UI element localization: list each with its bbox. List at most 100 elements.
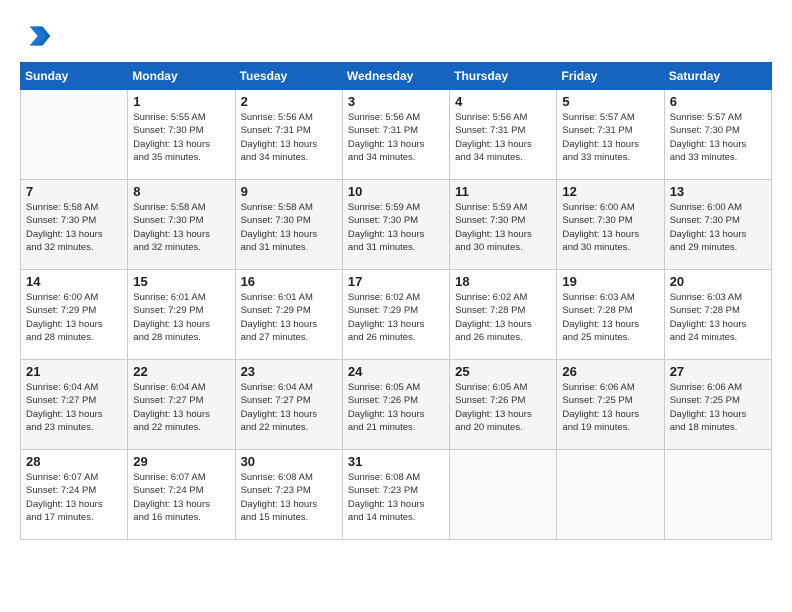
day-number: 31 <box>348 454 444 469</box>
col-header-sunday: Sunday <box>21 63 128 90</box>
calendar-cell: 5 Sunrise: 5:57 AMSunset: 7:31 PMDaylight… <box>557 90 664 180</box>
calendar-cell: 28 Sunrise: 6:07 AMSunset: 7:24 PMDayligh… <box>21 450 128 540</box>
day-number: 17 <box>348 274 444 289</box>
day-info: Sunrise: 6:01 AMSunset: 7:29 PMDaylight:… <box>133 291 229 344</box>
day-number: 13 <box>670 184 766 199</box>
day-info: Sunrise: 6:00 AMSunset: 7:29 PMDaylight:… <box>26 291 122 344</box>
day-info: Sunrise: 6:01 AMSunset: 7:29 PMDaylight:… <box>241 291 337 344</box>
col-header-thursday: Thursday <box>450 63 557 90</box>
calendar-cell: 25Sunrise: 6:05 AMSunset: 7:26 PMDayligh… <box>450 360 557 450</box>
day-number: 30 <box>241 454 337 469</box>
calendar-week-row: 21 Sunrise: 6:04 AMSunset: 7:27 PMDayligh… <box>21 360 772 450</box>
day-info: Sunrise: 6:03 AMSunset: 7:28 PMDaylight:… <box>562 291 658 344</box>
calendar-cell: 11 Sunrise: 5:59 AMSunset: 7:30 PMDayligh… <box>450 180 557 270</box>
day-number: 8 <box>133 184 229 199</box>
calendar-cell: 16 Sunrise: 6:01 AMSunset: 7:29 PMDayligh… <box>235 270 342 360</box>
day-number: 2 <box>241 94 337 109</box>
day-info: Sunrise: 6:04 AMSunset: 7:27 PMDaylight:… <box>241 381 337 434</box>
day-number: 23 <box>241 364 337 379</box>
day-number: 14 <box>26 274 122 289</box>
calendar-cell: 7Sunrise: 5:58 AMSunset: 7:30 PMDaylight… <box>21 180 128 270</box>
calendar-cell: 18 Sunrise: 6:02 AMSunset: 7:28 PMDayligh… <box>450 270 557 360</box>
calendar-cell: 20Sunrise: 6:03 AMSunset: 7:28 PMDayligh… <box>664 270 771 360</box>
day-number: 11 <box>455 184 551 199</box>
calendar-cell: 1 Sunrise: 5:55 AMSunset: 7:30 PMDaylight… <box>128 90 235 180</box>
calendar-table: SundayMondayTuesdayWednesdayThursdayFrid… <box>20 62 772 540</box>
day-info: Sunrise: 5:59 AMSunset: 7:30 PMDaylight:… <box>455 201 551 254</box>
day-number: 19 <box>562 274 658 289</box>
calendar-cell: 9 Sunrise: 5:58 AMSunset: 7:30 PMDaylight… <box>235 180 342 270</box>
calendar-cell: 23 Sunrise: 6:04 AMSunset: 7:27 PMDayligh… <box>235 360 342 450</box>
calendar-week-row: 14 Sunrise: 6:00 AMSunset: 7:29 PMDayligh… <box>21 270 772 360</box>
calendar-cell: 17 Sunrise: 6:02 AMSunset: 7:29 PMDayligh… <box>342 270 449 360</box>
calendar-cell: 21 Sunrise: 6:04 AMSunset: 7:27 PMDayligh… <box>21 360 128 450</box>
day-number: 29 <box>133 454 229 469</box>
day-number: 10 <box>348 184 444 199</box>
day-info: Sunrise: 6:04 AMSunset: 7:27 PMDaylight:… <box>133 381 229 434</box>
day-info: Sunrise: 6:04 AMSunset: 7:27 PMDaylight:… <box>26 381 122 434</box>
day-number: 21 <box>26 364 122 379</box>
day-info: Sunrise: 5:57 AMSunset: 7:31 PMDaylight:… <box>562 111 658 164</box>
day-number: 3 <box>348 94 444 109</box>
day-info: Sunrise: 5:56 AMSunset: 7:31 PMDaylight:… <box>348 111 444 164</box>
calendar-week-row: 1 Sunrise: 5:55 AMSunset: 7:30 PMDaylight… <box>21 90 772 180</box>
day-info: Sunrise: 5:59 AMSunset: 7:30 PMDaylight:… <box>348 201 444 254</box>
calendar-cell: 30 Sunrise: 6:08 AMSunset: 7:23 PMDayligh… <box>235 450 342 540</box>
day-number: 16 <box>241 274 337 289</box>
calendar-cell: 6Sunrise: 5:57 AMSunset: 7:30 PMDaylight… <box>664 90 771 180</box>
day-info: Sunrise: 5:58 AMSunset: 7:30 PMDaylight:… <box>241 201 337 254</box>
calendar-cell <box>557 450 664 540</box>
day-info: Sunrise: 6:07 AMSunset: 7:24 PMDaylight:… <box>26 471 122 524</box>
day-info: Sunrise: 6:02 AMSunset: 7:28 PMDaylight:… <box>455 291 551 344</box>
calendar-cell: 4Sunrise: 5:56 AMSunset: 7:31 PMDaylight… <box>450 90 557 180</box>
day-number: 4 <box>455 94 551 109</box>
day-info: Sunrise: 6:08 AMSunset: 7:23 PMDaylight:… <box>348 471 444 524</box>
day-number: 27 <box>670 364 766 379</box>
calendar-cell <box>664 450 771 540</box>
day-number: 7 <box>26 184 122 199</box>
calendar-cell: 22 Sunrise: 6:04 AMSunset: 7:27 PMDayligh… <box>128 360 235 450</box>
col-header-friday: Friday <box>557 63 664 90</box>
logo-icon <box>20 20 52 52</box>
calendar-cell: 8 Sunrise: 5:58 AMSunset: 7:30 PMDaylight… <box>128 180 235 270</box>
calendar-cell: 12 Sunrise: 6:00 AMSunset: 7:30 PMDayligh… <box>557 180 664 270</box>
day-info: Sunrise: 6:06 AMSunset: 7:25 PMDaylight:… <box>670 381 766 434</box>
day-info: Sunrise: 6:05 AMSunset: 7:26 PMDaylight:… <box>348 381 444 434</box>
page-header <box>20 20 772 52</box>
calendar-cell: 2Sunrise: 5:56 AMSunset: 7:31 PMDaylight… <box>235 90 342 180</box>
day-number: 9 <box>241 184 337 199</box>
day-info: Sunrise: 6:05 AMSunset: 7:26 PMDaylight:… <box>455 381 551 434</box>
day-number: 20 <box>670 274 766 289</box>
calendar-cell <box>450 450 557 540</box>
calendar-cell: 31 Sunrise: 6:08 AMSunset: 7:23 PMDayligh… <box>342 450 449 540</box>
day-number: 6 <box>670 94 766 109</box>
calendar-week-row: 7 Sunrise: 5:58 AMSunset: 7:30 PMDaylight… <box>21 180 772 270</box>
day-number: 24 <box>348 364 444 379</box>
col-header-wednesday: Wednesday <box>342 63 449 90</box>
calendar-cell <box>21 90 128 180</box>
logo <box>20 20 56 52</box>
day-number: 12 <box>562 184 658 199</box>
day-info: Sunrise: 6:00 AMSunset: 7:30 PMDaylight:… <box>670 201 766 254</box>
day-info: Sunrise: 5:58 AMSunset: 7:30 PMDaylight:… <box>133 201 229 254</box>
day-number: 5 <box>562 94 658 109</box>
day-number: 26 <box>562 364 658 379</box>
calendar-cell: 26Sunrise: 6:06 AMSunset: 7:25 PMDayligh… <box>557 360 664 450</box>
day-info: Sunrise: 5:55 AMSunset: 7:30 PMDaylight:… <box>133 111 229 164</box>
calendar-cell: 14 Sunrise: 6:00 AMSunset: 7:29 PMDayligh… <box>21 270 128 360</box>
day-number: 18 <box>455 274 551 289</box>
day-number: 1 <box>133 94 229 109</box>
calendar-header-row: SundayMondayTuesdayWednesdayThursdayFrid… <box>21 63 772 90</box>
col-header-saturday: Saturday <box>664 63 771 90</box>
day-info: Sunrise: 6:00 AMSunset: 7:30 PMDaylight:… <box>562 201 658 254</box>
calendar-cell: 10 Sunrise: 5:59 AMSunset: 7:30 PMDayligh… <box>342 180 449 270</box>
day-info: Sunrise: 6:02 AMSunset: 7:29 PMDaylight:… <box>348 291 444 344</box>
day-number: 22 <box>133 364 229 379</box>
calendar-cell: 24 Sunrise: 6:05 AMSunset: 7:26 PMDayligh… <box>342 360 449 450</box>
day-number: 28 <box>26 454 122 469</box>
day-info: Sunrise: 6:08 AMSunset: 7:23 PMDaylight:… <box>241 471 337 524</box>
col-header-tuesday: Tuesday <box>235 63 342 90</box>
calendar-cell: 3 Sunrise: 5:56 AMSunset: 7:31 PMDaylight… <box>342 90 449 180</box>
day-number: 15 <box>133 274 229 289</box>
calendar-cell: 29Sunrise: 6:07 AMSunset: 7:24 PMDayligh… <box>128 450 235 540</box>
